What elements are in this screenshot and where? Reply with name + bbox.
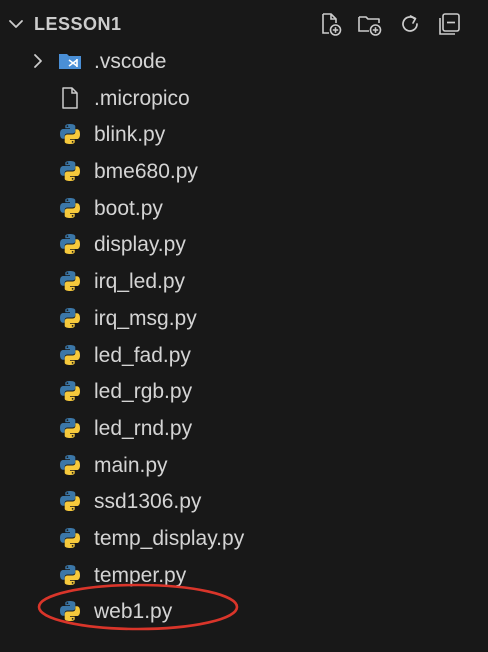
tree-file-python[interactable]: blink.py bbox=[0, 116, 488, 153]
collapse-all-icon[interactable] bbox=[436, 10, 464, 38]
tree-file-python[interactable]: temp_display.py bbox=[0, 520, 488, 557]
python-icon bbox=[58, 453, 82, 477]
tree-file-python[interactable]: ssd1306.py bbox=[0, 483, 488, 520]
python-icon bbox=[58, 232, 82, 256]
tree-item-label: .vscode bbox=[94, 50, 167, 73]
tree-item-label: main.py bbox=[94, 453, 168, 477]
explorer-actions bbox=[316, 10, 464, 38]
refresh-icon[interactable] bbox=[396, 10, 424, 38]
tree-item-label: boot.py bbox=[94, 196, 163, 220]
tree-file-python[interactable]: led_rgb.py bbox=[0, 373, 488, 410]
tree-file-python[interactable]: led_rnd.py bbox=[0, 410, 488, 447]
tree-item-label: temper.py bbox=[94, 563, 187, 587]
tree-file-python[interactable]: display.py bbox=[0, 226, 488, 263]
vscode-folder-icon bbox=[58, 49, 82, 73]
python-icon bbox=[58, 416, 82, 440]
new-folder-icon[interactable] bbox=[356, 10, 384, 38]
tree-item-label: led_rnd.py bbox=[94, 416, 193, 440]
chevron-down-icon[interactable] bbox=[6, 14, 26, 34]
python-icon bbox=[58, 196, 82, 220]
python-icon bbox=[58, 306, 82, 330]
folder-title[interactable]: LESSON1 bbox=[34, 12, 122, 36]
python-icon bbox=[58, 379, 82, 403]
tree-folder-vscode[interactable]: .vscode bbox=[0, 43, 488, 80]
python-icon bbox=[58, 563, 82, 587]
tree-item-label: bme680.py bbox=[94, 160, 198, 184]
python-icon bbox=[58, 269, 82, 293]
chevron-right-icon[interactable] bbox=[28, 51, 48, 71]
tree-file-python-web1[interactable]: web1.py bbox=[0, 593, 488, 630]
tree-item-label: irq_led.py bbox=[94, 270, 186, 294]
tree-item-label: display.py bbox=[94, 233, 186, 257]
tree-file-python[interactable]: bme680.py bbox=[0, 153, 488, 190]
tree-file-python[interactable]: main.py bbox=[0, 447, 488, 484]
python-icon bbox=[58, 489, 82, 513]
tree-item-label: temp_display.py bbox=[94, 526, 245, 550]
python-icon bbox=[58, 343, 82, 367]
tree-item-label: led_rgb.py bbox=[94, 380, 193, 404]
file-tree: .vscode .micropico blink.py bme680.py bo… bbox=[0, 43, 488, 630]
file-icon bbox=[58, 86, 82, 110]
tree-item-label: ssd1306.py bbox=[94, 490, 202, 514]
tree-file-micropico[interactable]: .micropico bbox=[0, 80, 488, 117]
tree-file-python[interactable]: irq_msg.py bbox=[0, 300, 488, 337]
tree-item-label: .micropico bbox=[94, 86, 190, 110]
tree-item-label: web1.py bbox=[94, 600, 173, 624]
tree-file-python[interactable]: led_fad.py bbox=[0, 337, 488, 374]
tree-file-python[interactable]: boot.py bbox=[0, 190, 488, 227]
tree-item-label: irq_msg.py bbox=[94, 306, 197, 330]
python-icon bbox=[58, 599, 82, 623]
tree-file-python[interactable]: temper.py bbox=[0, 557, 488, 594]
python-icon bbox=[58, 159, 82, 183]
python-icon bbox=[58, 122, 82, 146]
tree-file-python[interactable]: irq_led.py bbox=[0, 263, 488, 300]
explorer-header[interactable]: LESSON1 bbox=[0, 0, 488, 48]
tree-item-label: blink.py bbox=[94, 123, 166, 147]
new-file-icon[interactable] bbox=[316, 10, 344, 38]
python-icon bbox=[58, 526, 82, 550]
tree-item-label: led_fad.py bbox=[94, 343, 191, 367]
